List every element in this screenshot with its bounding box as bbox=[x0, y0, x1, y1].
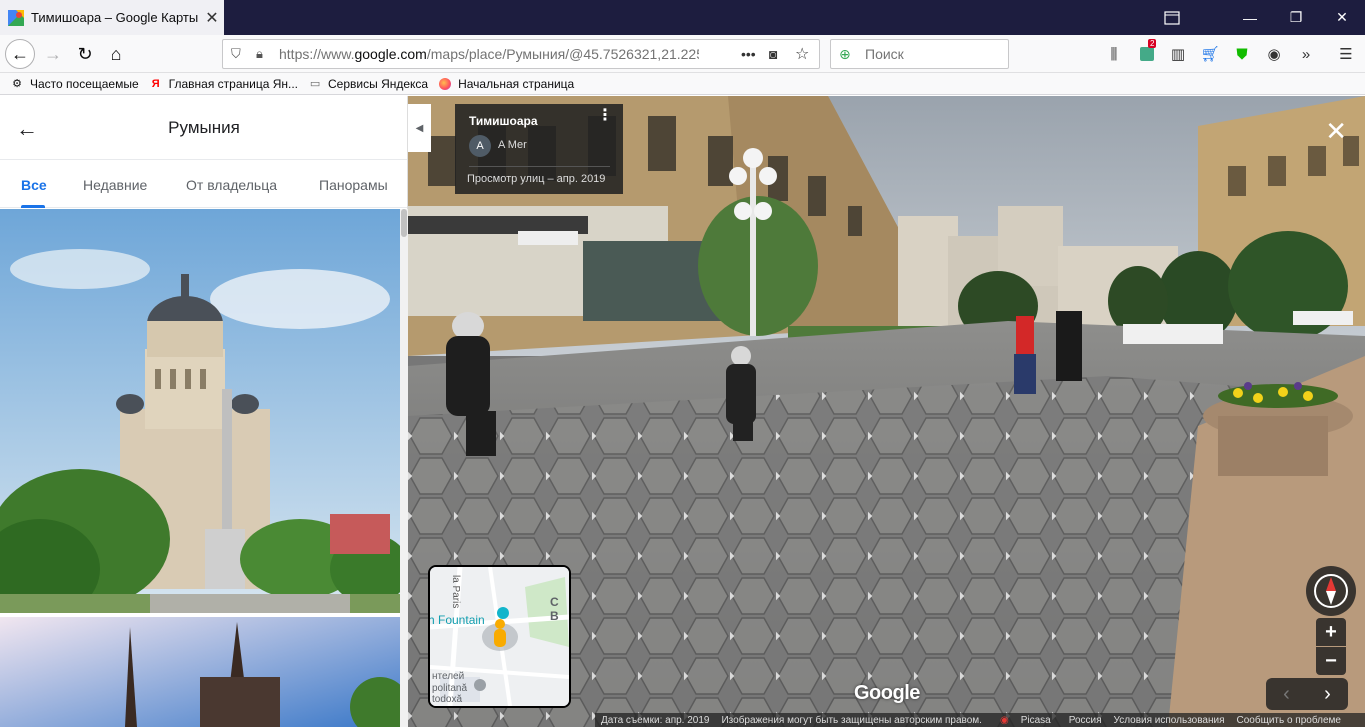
tab-owner[interactable]: От владельца bbox=[186, 177, 277, 193]
tab-all[interactable]: Все bbox=[21, 177, 47, 193]
navigation-bar: ← → ↻ ⌂ ⛉ 🔒︎ https://www.google.com/maps… bbox=[0, 35, 1365, 73]
report-problem-link[interactable]: Сообщить о проблеме bbox=[1237, 715, 1341, 726]
forward-button[interactable]: → bbox=[38, 39, 68, 69]
street-view[interactable]: ◀ Тимишоара ⋮ A A Mer Просмотр улиц – ап… bbox=[408, 96, 1365, 727]
new-window-icon[interactable] bbox=[1149, 0, 1195, 35]
picasa-icon: ◉ bbox=[999, 714, 1009, 726]
minimap-label-paris: la Paris bbox=[450, 575, 461, 609]
google-logo: Google bbox=[854, 682, 920, 704]
url-bar[interactable]: ⛉ 🔒︎ https://www.google.com/maps/place/Р… bbox=[222, 39, 820, 69]
location-info-card: Тимишоара ⋮ A A Mer Просмотр улиц – апр.… bbox=[455, 104, 623, 194]
capture-date: Дата съемки: апр. 2019 bbox=[601, 714, 710, 726]
author-avatar[interactable]: A bbox=[469, 135, 491, 157]
divider bbox=[469, 166, 610, 167]
active-tab-indicator bbox=[21, 205, 45, 208]
overflow-menu-icon[interactable]: » bbox=[1295, 43, 1317, 65]
panel-header: ← Румыния bbox=[0, 96, 407, 160]
lock-icon[interactable]: 🔒︎ bbox=[256, 46, 263, 62]
tab-close-icon[interactable]: ✕ bbox=[200, 8, 224, 28]
more-options-icon[interactable]: ⋮ bbox=[597, 108, 613, 124]
close-window-button[interactable]: ✕ bbox=[1319, 0, 1365, 35]
tab-bar: Тимишоара – Google Карты ✕ — ❐ ✕ bbox=[0, 0, 1365, 35]
zoom-out-button[interactable]: − bbox=[1316, 647, 1346, 675]
bookmarks-bar: ⚙ Часто посещаемые Я Главная страница Ян..… bbox=[0, 73, 1365, 95]
tab-recent[interactable]: Недавние bbox=[83, 177, 147, 193]
photo-tabs: Все Недавние От владельца Панорамы bbox=[0, 160, 407, 208]
tab-title: Тимишоара – Google Карты bbox=[31, 10, 199, 25]
photo-cathedral[interactable] bbox=[0, 209, 400, 613]
author-name[interactable]: A Mer bbox=[498, 139, 527, 151]
page-actions-icon[interactable]: ••• bbox=[741, 46, 756, 62]
minimize-button[interactable]: — bbox=[1227, 0, 1273, 35]
bookmark-star-icon[interactable]: ☆ bbox=[795, 44, 809, 64]
collapse-panel-button[interactable]: ◀ bbox=[408, 104, 431, 152]
panel-title: Румыния bbox=[168, 118, 240, 137]
chevron-left-icon[interactable]: ‹ bbox=[1266, 678, 1307, 710]
pocket-icon[interactable]: ◙ bbox=[769, 46, 777, 62]
scrollbar-thumb[interactable] bbox=[401, 209, 407, 237]
copyright-notice: Изображения могут быть защищены авторски… bbox=[721, 714, 982, 726]
search-engine-icon: ⊕ bbox=[839, 45, 851, 62]
shield-icon[interactable]: ⛉ bbox=[231, 46, 241, 62]
navigation-arrows: ‹ › bbox=[1266, 678, 1348, 710]
photo-church[interactable] bbox=[0, 617, 400, 727]
yandex-icon: Я bbox=[151, 77, 160, 90]
minimap[interactable]: la Paris h Fountain C B нтелей politană … bbox=[428, 565, 571, 708]
zoom-in-button[interactable]: + bbox=[1316, 618, 1346, 646]
back-button[interactable]: ← bbox=[5, 39, 35, 69]
region-link[interactable]: Россия bbox=[1069, 715, 1102, 726]
capture-info: Просмотр улиц – апр. 2019 bbox=[467, 173, 606, 185]
close-streetview-icon[interactable]: ✕ bbox=[1325, 116, 1347, 147]
extension-icon[interactable]: 2 bbox=[1136, 39, 1158, 65]
terms-link[interactable]: Условия использования bbox=[1114, 715, 1225, 726]
compass-icon[interactable] bbox=[1306, 566, 1356, 616]
minimap-label-bottom1: нтелей bbox=[432, 671, 465, 682]
bookmark-yandex-services[interactable]: ▭ Сервисы Яндекса bbox=[308, 77, 428, 91]
restore-button[interactable]: ❐ bbox=[1273, 0, 1319, 35]
bookmark-frequent[interactable]: ⚙ Часто посещаемые bbox=[10, 77, 139, 91]
browser-tab[interactable]: Тимишоара – Google Карты ✕ bbox=[0, 0, 224, 35]
search-bar[interactable]: ⊕ bbox=[830, 39, 1009, 69]
folder-icon: ▭ bbox=[309, 78, 321, 90]
minimap-label-bottom3: todoxă bbox=[432, 694, 463, 705]
minimap-label-bottom2: politană bbox=[432, 683, 468, 694]
firefox-icon bbox=[438, 77, 452, 91]
account-icon[interactable]: ◉ bbox=[1263, 43, 1285, 65]
library-icon[interactable]: ⫼ bbox=[1103, 43, 1125, 65]
place-name[interactable]: Тимишоара bbox=[469, 114, 538, 128]
minimap-label-c: C B bbox=[550, 595, 559, 623]
sidebar-icon[interactable]: ▥ bbox=[1167, 43, 1189, 65]
bookmark-start-page[interactable]: Начальная страница bbox=[438, 77, 574, 91]
search-input[interactable] bbox=[865, 46, 995, 62]
map-footer: Дата съемки: апр. 2019 Изображения могут… bbox=[595, 713, 1365, 727]
gear-icon: ⚙ bbox=[12, 78, 22, 90]
extension-badge: 2 bbox=[1148, 39, 1157, 48]
bookmark-yandex-home[interactable]: Я Главная страница Ян... bbox=[149, 77, 298, 91]
panel-scrollbar[interactable] bbox=[400, 209, 408, 727]
shield-extension-icon[interactable]: ⛊ bbox=[1231, 43, 1253, 65]
tab-panoramas[interactable]: Панорамы bbox=[319, 177, 388, 193]
minimap-label-fountain: h Fountain bbox=[428, 613, 485, 627]
cart-icon[interactable]: 🛒︎ bbox=[1199, 43, 1221, 65]
hamburger-menu-icon[interactable]: ☰ bbox=[1335, 43, 1357, 65]
home-button[interactable]: ⌂ bbox=[101, 39, 131, 69]
google-maps-icon bbox=[8, 9, 24, 26]
chevron-right-icon[interactable]: › bbox=[1307, 678, 1348, 710]
url-text[interactable]: https://www.google.com/maps/place/Румыни… bbox=[279, 46, 699, 62]
reload-button[interactable]: ↻ bbox=[70, 39, 100, 69]
photos-panel: ← Румыния Все Недавние От владельца Пано… bbox=[0, 96, 408, 727]
picasa-link[interactable]: ◉ Picasa bbox=[994, 715, 1057, 726]
